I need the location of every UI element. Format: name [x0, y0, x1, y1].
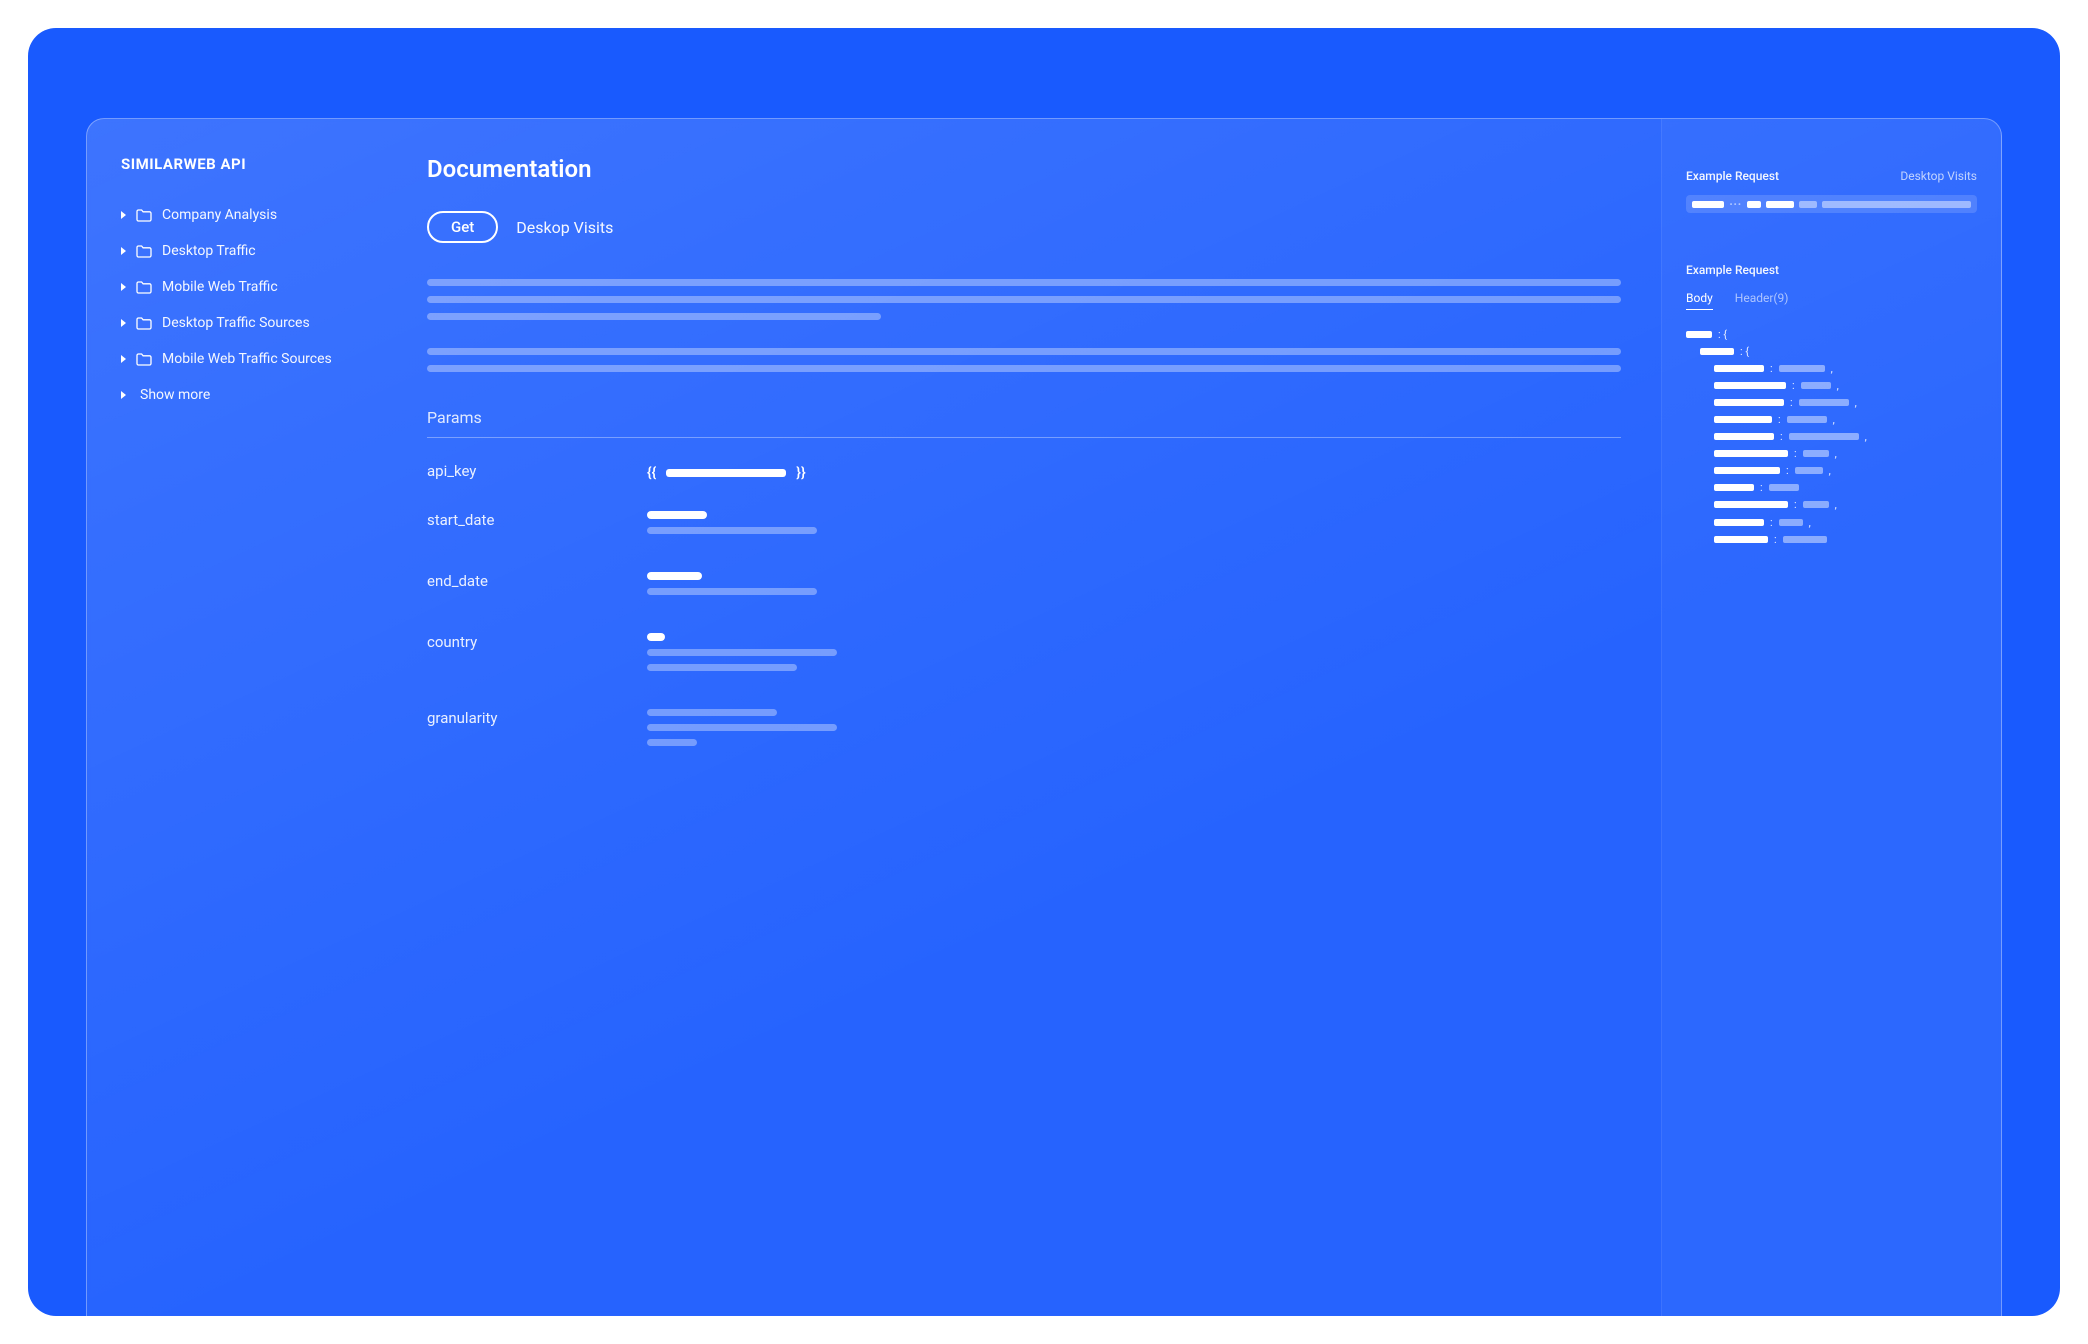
- sidebar-show-more[interactable]: Show more: [121, 377, 365, 413]
- param-value[interactable]: [647, 511, 1621, 542]
- folder-icon: [136, 245, 152, 258]
- param-value[interactable]: [647, 709, 1621, 754]
- param-name: start_date: [427, 511, 627, 529]
- folder-icon: [136, 353, 152, 366]
- param-row-api-key: api_key {{ }}: [427, 462, 1621, 481]
- example-response-header: Example Request: [1686, 263, 1977, 277]
- param-name: granularity: [427, 709, 627, 727]
- sidebar-item-desktop-traffic-sources[interactable]: Desktop Traffic Sources: [121, 305, 365, 341]
- param-row-end-date: end_date: [427, 572, 1621, 603]
- http-method-pill: Get: [427, 211, 498, 243]
- caret-right-icon: [121, 319, 126, 327]
- sidebar-show-more-label: Show more: [140, 387, 210, 403]
- tab-header[interactable]: Header(9): [1735, 291, 1789, 310]
- page-title: Documentation: [427, 155, 1621, 183]
- param-value[interactable]: [647, 633, 1621, 679]
- description-placeholder: [427, 348, 1621, 372]
- sidebar: SIMILARWEB API Company Analysis Desktop …: [87, 119, 387, 1316]
- param-row-start-date: start_date: [427, 511, 1621, 542]
- sidebar-title: SIMILARWEB API: [121, 155, 365, 173]
- params-heading: Params: [427, 408, 1621, 438]
- caret-right-icon: [121, 283, 126, 291]
- sidebar-item-desktop-traffic[interactable]: Desktop Traffic: [121, 233, 365, 269]
- caret-right-icon: [121, 247, 126, 255]
- param-row-country: country: [427, 633, 1621, 679]
- endpoint-name: Deskop Visits: [516, 218, 613, 237]
- sidebar-item-mobile-web-traffic[interactable]: Mobile Web Traffic: [121, 269, 365, 305]
- folder-icon: [136, 209, 152, 222]
- param-name: end_date: [427, 572, 627, 590]
- caret-right-icon: [121, 211, 126, 219]
- tab-body[interactable]: Body: [1686, 291, 1713, 310]
- example-request-endpoint: Desktop Visits: [1900, 169, 1977, 183]
- param-value[interactable]: [647, 572, 1621, 603]
- app-window: SIMILARWEB API Company Analysis Desktop …: [86, 118, 2002, 1316]
- sidebar-item-label: Desktop Traffic: [162, 243, 256, 259]
- sidebar-item-mobile-web-traffic-sources[interactable]: Mobile Web Traffic Sources: [121, 341, 365, 377]
- example-response-label: Example Request: [1686, 263, 1779, 277]
- description-placeholder: [427, 279, 1621, 320]
- folder-icon: [136, 317, 152, 330]
- caret-right-icon: [121, 391, 126, 399]
- example-request-header: Example Request Desktop Visits: [1686, 169, 1977, 183]
- example-panel: Example Request Desktop Visits ··· Examp…: [1661, 119, 2001, 1316]
- sidebar-item-label: Mobile Web Traffic Sources: [162, 351, 332, 367]
- sidebar-item-company-analysis[interactable]: Company Analysis: [121, 197, 365, 233]
- caret-right-icon: [121, 355, 126, 363]
- sidebar-item-label: Company Analysis: [162, 207, 277, 223]
- request-url-bar[interactable]: ···: [1686, 195, 1977, 213]
- template-variable-chip: {{ }}: [647, 465, 806, 481]
- param-row-granularity: granularity: [427, 709, 1621, 754]
- sidebar-item-label: Mobile Web Traffic: [162, 279, 278, 295]
- folder-icon: [136, 281, 152, 294]
- endpoint-header: Get Deskop Visits: [427, 211, 1621, 243]
- example-request-label: Example Request: [1686, 169, 1779, 183]
- param-name: api_key: [427, 462, 627, 480]
- param-value[interactable]: {{ }}: [647, 462, 1621, 481]
- response-tabs: Body Header(9): [1686, 291, 1977, 310]
- response-body-code: : { : { :, :, :, :, :, :, :, : :, :, :: [1686, 326, 1977, 548]
- param-name: country: [427, 633, 627, 651]
- app-background: SIMILARWEB API Company Analysis Desktop …: [28, 28, 2060, 1316]
- main-content: Documentation Get Deskop Visits Params a…: [387, 119, 1661, 1316]
- sidebar-item-label: Desktop Traffic Sources: [162, 315, 310, 331]
